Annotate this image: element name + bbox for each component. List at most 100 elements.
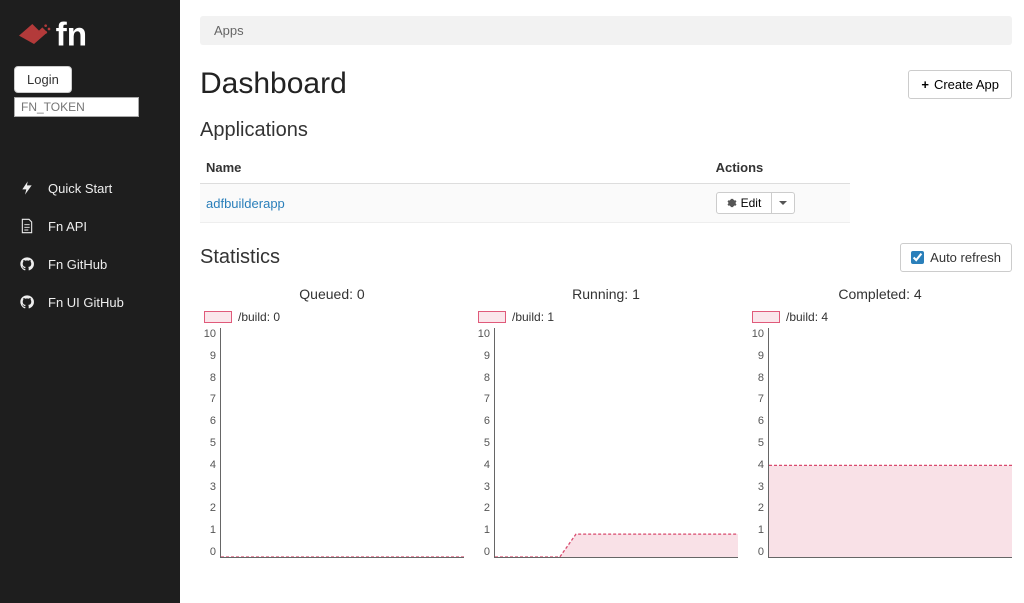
legend-swatch (204, 311, 232, 323)
charts-row: Queued: 0/build: 0109876543210Running: 1… (200, 286, 1012, 558)
gear-icon (727, 198, 737, 208)
sidebar-item-label: Quick Start (48, 181, 112, 196)
y-tick: 0 (200, 546, 216, 558)
applications-table: Name Actions adfbuilderapp Edit (200, 152, 850, 223)
auto-refresh-checkbox[interactable] (911, 251, 924, 264)
edit-button[interactable]: Edit (716, 192, 773, 214)
y-tick: 1 (748, 524, 764, 536)
y-tick: 0 (474, 546, 490, 558)
main-content: Apps Dashboard + Create App Applications… (180, 0, 1024, 603)
legend-swatch (478, 311, 506, 323)
y-tick: 2 (748, 502, 764, 514)
chart-svg (769, 328, 1012, 557)
statistics-header-row: Statistics Auto refresh (200, 243, 1012, 272)
chart-2: Completed: 4/build: 4109876543210 (748, 286, 1012, 558)
plot-area: 109876543210 (748, 328, 1012, 558)
caret-down-icon (779, 201, 787, 205)
auto-refresh-toggle[interactable]: Auto refresh (900, 243, 1012, 272)
sidebar-item-fn-api[interactable]: Fn API (0, 207, 180, 245)
y-tick: 8 (200, 372, 216, 384)
y-tick: 9 (200, 350, 216, 362)
y-tick: 8 (474, 372, 490, 384)
y-tick: 0 (748, 546, 764, 558)
chart-0: Queued: 0/build: 0109876543210 (200, 286, 464, 558)
y-tick: 8 (748, 372, 764, 384)
y-tick: 9 (474, 350, 490, 362)
bolt-icon (18, 179, 36, 197)
chart-svg (221, 328, 464, 557)
y-axis: 109876543210 (200, 328, 220, 558)
breadcrumb[interactable]: Apps (200, 16, 1012, 45)
plot (494, 328, 738, 558)
y-tick: 7 (748, 393, 764, 405)
col-name: Name (200, 152, 710, 184)
github-icon (18, 293, 36, 311)
y-tick: 10 (200, 328, 216, 340)
plot (768, 328, 1012, 558)
col-actions: Actions (710, 152, 850, 184)
svg-text:fn: fn (56, 17, 87, 54)
chart-legend: /build: 0 (204, 310, 464, 324)
chart-legend: /build: 4 (752, 310, 1012, 324)
sidebar-item-fn-ui-github[interactable]: Fn UI GitHub (0, 283, 180, 321)
section-applications-title: Applications (200, 119, 1012, 142)
y-tick: 1 (200, 524, 216, 536)
legend-label: /build: 1 (512, 310, 554, 324)
y-tick: 10 (474, 328, 490, 340)
sidebar-item-label: Fn UI GitHub (48, 295, 124, 310)
app-link[interactable]: adfbuilderapp (200, 184, 710, 223)
plot-area: 109876543210 (200, 328, 464, 558)
token-input[interactable] (14, 97, 139, 117)
y-tick: 7 (474, 393, 490, 405)
table-row: adfbuilderapp Edit (200, 184, 850, 223)
login-box: Login (0, 66, 180, 129)
sidebar: fn Login Quick Start Fn API Fn GitHub (0, 0, 180, 603)
y-tick: 6 (748, 415, 764, 427)
y-tick: 3 (748, 481, 764, 493)
chart-title: Completed: 4 (748, 286, 1012, 302)
page-title: Dashboard (200, 67, 347, 101)
y-tick: 10 (748, 328, 764, 340)
y-tick: 3 (474, 481, 490, 493)
y-tick: 6 (200, 415, 216, 427)
create-app-label: Create App (934, 77, 999, 92)
edit-dropdown-button[interactable] (772, 192, 795, 214)
create-app-button[interactable]: + Create App (908, 70, 1012, 99)
chart-legend: /build: 1 (478, 310, 738, 324)
y-tick: 4 (474, 459, 490, 471)
legend-label: /build: 4 (786, 310, 828, 324)
login-button[interactable]: Login (14, 66, 72, 93)
chart-title: Running: 1 (474, 286, 738, 302)
chart-title: Queued: 0 (200, 286, 464, 302)
logo: fn (0, 10, 180, 66)
sidebar-item-quick-start[interactable]: Quick Start (0, 169, 180, 207)
y-tick: 6 (474, 415, 490, 427)
section-statistics-title: Statistics (200, 246, 280, 269)
y-tick: 5 (200, 437, 216, 449)
legend-swatch (752, 311, 780, 323)
header-row: Dashboard + Create App (200, 67, 1012, 101)
legend-label: /build: 0 (238, 310, 280, 324)
sidebar-nav: Quick Start Fn API Fn GitHub Fn UI GitHu… (0, 169, 180, 321)
auto-refresh-label: Auto refresh (930, 250, 1001, 265)
plus-icon: + (921, 77, 929, 92)
sidebar-item-fn-github[interactable]: Fn GitHub (0, 245, 180, 283)
github-icon (18, 255, 36, 273)
y-tick: 2 (200, 502, 216, 514)
plot-area: 109876543210 (474, 328, 738, 558)
y-tick: 1 (474, 524, 490, 536)
document-icon (18, 217, 36, 235)
y-tick: 4 (200, 459, 216, 471)
y-tick: 4 (748, 459, 764, 471)
y-tick: 2 (474, 502, 490, 514)
y-tick: 3 (200, 481, 216, 493)
chart-svg (495, 328, 738, 557)
action-button-group: Edit (716, 192, 796, 214)
y-tick: 5 (474, 437, 490, 449)
y-axis: 109876543210 (748, 328, 768, 558)
y-tick: 9 (748, 350, 764, 362)
fn-logo-icon: fn (14, 14, 114, 54)
y-tick: 7 (200, 393, 216, 405)
plot (220, 328, 464, 558)
chart-1: Running: 1/build: 1109876543210 (474, 286, 738, 558)
